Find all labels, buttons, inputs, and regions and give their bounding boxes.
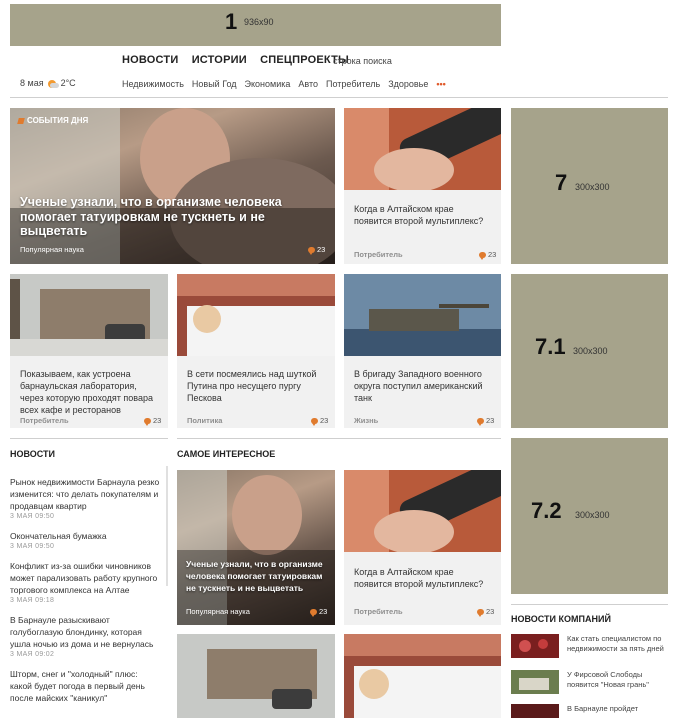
top-ad-banner[interactable]: 1 936x90 — [10, 4, 501, 46]
featured-image — [177, 470, 335, 625]
card-rubric[interactable]: Потребитель — [354, 250, 403, 259]
banner-size: 300x300 — [573, 346, 608, 356]
card-title[interactable]: В сети посмеялись над шуткой Путина про … — [187, 368, 329, 404]
comment-icon — [311, 417, 318, 426]
card-title[interactable]: В бригаду Западного военного округа пост… — [354, 368, 494, 404]
sub-nav-newyear[interactable]: Новый Год — [192, 79, 237, 89]
news-item[interactable]: Шторм, снег и "холодный" плюс: какой буд… — [10, 668, 160, 704]
sub-nav-health[interactable]: Здоровье — [388, 79, 428, 89]
nav-stories[interactable]: ИСТОРИИ — [192, 54, 247, 66]
banner-number: 7 — [555, 170, 568, 195]
temperature: 2°C — [60, 78, 76, 88]
card-title[interactable]: Показываем, как устроена барнаульская ла… — [20, 368, 162, 416]
side-ad-banner[interactable]: 7.1 300x300 — [511, 274, 668, 428]
search-input[interactable]: строка поиска — [333, 56, 392, 66]
interesting-heading[interactable]: САМОЕ ИНТЕРЕСНОЕ — [177, 449, 275, 459]
interesting-featured-comments: 23 — [310, 607, 327, 617]
interesting-featured-title[interactable]: Ученые узнали, что в организме человека … — [186, 558, 331, 594]
pencil-icon — [17, 117, 25, 124]
interesting-featured-card[interactable]: Ученые узнали, что в организме человека … — [177, 470, 335, 625]
news-item[interactable]: В Барнауле разыскивают голубоглазую блон… — [10, 614, 160, 658]
sub-nav-consumer[interactable]: Потребитель — [326, 79, 380, 89]
card-rubric[interactable]: Политика — [187, 416, 222, 425]
sub-nav-realty[interactable]: Недвижимость — [122, 79, 184, 89]
company-thumb — [511, 634, 559, 658]
main-nav: НОВОСТИ ИСТОРИИ СПЕЦПРОЕКТЫ — [122, 54, 359, 66]
card-comments: 23 — [477, 607, 494, 617]
card-comments: 23 — [479, 250, 496, 260]
card-rubric[interactable]: Жизнь — [354, 416, 378, 425]
date-weather: 8 мая 2°C — [20, 78, 76, 88]
company-news-item[interactable]: В Барнауле пройдет — [511, 704, 668, 718]
company-thumb — [511, 704, 559, 718]
tank-image — [344, 274, 501, 356]
lab-building-image — [177, 634, 335, 718]
banner-number: 7.2 — [531, 498, 562, 523]
scrollbar[interactable] — [166, 466, 168, 586]
news-item[interactable]: Окончательная бумажка 3 МАЯ 09:50 — [10, 530, 160, 550]
divider — [10, 97, 668, 98]
comment-icon — [479, 251, 486, 260]
card-comments: 23 — [144, 416, 161, 426]
article-card[interactable]: В сети посмеялись над шуткой Путина про … — [177, 274, 335, 428]
article-card[interactable] — [344, 634, 501, 718]
sub-nav-economy[interactable]: Экономика — [245, 79, 291, 89]
card-title[interactable]: Когда в Алтайском крае появится второй м… — [354, 566, 494, 590]
news-item[interactable]: Рынок недвижимости Барнаула резко измени… — [10, 476, 160, 520]
more-menu-icon[interactable]: ••• — [436, 79, 445, 89]
company-news-heading[interactable]: НОВОСТИ КОМПАНИЙ — [511, 614, 611, 624]
card-title[interactable]: Когда в Алтайском крае появится второй м… — [354, 203, 494, 227]
banner-size: 936x90 — [244, 17, 274, 27]
news-list: Рынок недвижимости Барнаула резко измени… — [10, 476, 160, 714]
company-thumb — [511, 670, 559, 694]
featured-comments: 23 — [308, 245, 325, 255]
featured-image — [10, 108, 335, 264]
divider — [177, 438, 501, 439]
company-news-item[interactable]: Как стать специалистом по недвижимости з… — [511, 634, 668, 660]
comment-icon — [310, 608, 317, 617]
lab-building-image — [10, 274, 168, 356]
interesting-featured-rubric[interactable]: Популярная наука — [186, 607, 250, 616]
sub-nav-auto[interactable]: Авто — [298, 79, 318, 89]
article-card[interactable]: В бригаду Западного военного округа пост… — [344, 274, 501, 428]
kremlin-wall-image — [344, 634, 501, 718]
card-comments: 23 — [477, 416, 494, 426]
company-news-item[interactable]: У Фирсовой Слободы появится "Новая грань… — [511, 670, 668, 696]
comment-icon — [477, 417, 484, 426]
news-item[interactable]: Конфликт из-за ошибки чиновников может п… — [10, 560, 160, 604]
kremlin-wall-image — [177, 274, 335, 356]
banner-size: 300x300 — [575, 182, 610, 192]
nav-news[interactable]: НОВОСТИ — [122, 54, 178, 66]
article-card[interactable]: Показываем, как устроена барнаульская ла… — [10, 274, 168, 428]
divider — [10, 438, 168, 439]
card-rubric[interactable]: Потребитель — [354, 607, 403, 616]
comment-icon — [477, 608, 484, 617]
article-card[interactable]: Когда в Алтайском крае появится второй м… — [344, 470, 501, 625]
remote-image — [344, 470, 501, 552]
article-card[interactable]: Когда в Алтайском крае появится второй м… — [344, 108, 501, 264]
card-rubric[interactable]: Потребитель — [20, 416, 69, 425]
divider — [511, 604, 668, 605]
comment-icon — [308, 246, 315, 255]
banner-size: 300x300 — [575, 510, 610, 520]
featured-rubric[interactable]: Популярная наука — [20, 245, 84, 254]
banner-number: 7.1 — [535, 334, 566, 359]
side-ad-banner[interactable]: 7 300x300 — [511, 108, 668, 264]
featured-title[interactable]: Ученые узнали, что в организме человека … — [20, 195, 320, 239]
article-card[interactable] — [177, 634, 335, 718]
card-comments: 23 — [311, 416, 328, 426]
remote-image — [344, 108, 501, 190]
featured-article-card[interactable]: СОБЫТИЯ ДНЯ Ученые узнали, что в организ… — [10, 108, 335, 264]
date-text: 8 мая — [20, 78, 44, 88]
sub-nav: Недвижимость Новый Год Экономика Авто По… — [122, 79, 446, 89]
events-tag[interactable]: СОБЫТИЯ ДНЯ — [17, 116, 89, 125]
banner-number: 1 — [225, 9, 238, 34]
partly-cloudy-icon — [47, 79, 59, 88]
events-tag-label: СОБЫТИЯ ДНЯ — [27, 116, 89, 125]
comment-icon — [144, 417, 151, 426]
side-ad-banner[interactable]: 7.2 300x300 — [511, 438, 668, 594]
news-heading[interactable]: НОВОСТИ — [10, 449, 55, 459]
